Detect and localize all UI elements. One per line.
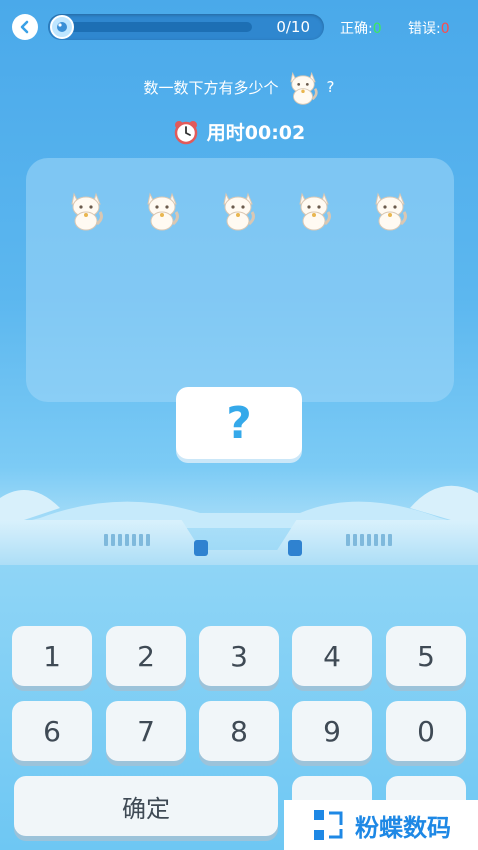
watermark: 粉蝶数码 (284, 800, 478, 850)
key-3[interactable]: 3 (199, 626, 279, 686)
back-arrow-icon (20, 20, 29, 34)
question-prompt: 数一数下方有多少个 ? (0, 68, 478, 106)
left-vent (104, 534, 150, 546)
background-hills (0, 485, 478, 528)
progress-track (62, 22, 252, 32)
confirm-button[interactable]: 确定 (14, 776, 278, 836)
question-suffix: ? (326, 78, 335, 96)
cat-icon (375, 192, 407, 231)
key-1[interactable]: 1 (12, 626, 92, 686)
deck-pin-right (288, 540, 302, 556)
right-vent (346, 534, 392, 546)
deck-pin-left (194, 540, 208, 556)
correct-count: 正确:0 (340, 18, 382, 38)
progress-knob-icon (50, 15, 74, 39)
wrong-count: 错误:0 (408, 18, 450, 38)
key-6[interactable]: 6 (12, 701, 92, 761)
key-4[interactable]: 4 (292, 626, 372, 686)
cat-icon (223, 192, 255, 231)
watermark-text: 粉蝶数码 (355, 813, 451, 842)
alarm-clock-icon (174, 120, 197, 144)
key-0[interactable]: 0 (386, 701, 466, 761)
answer-display: ? (176, 387, 302, 459)
question-text: 数一数下方有多少个 (143, 78, 279, 97)
key-7[interactable]: 7 (106, 701, 186, 761)
watermark-logo-icon (314, 810, 343, 840)
key-8[interactable]: 8 (199, 701, 279, 761)
timer-text: 用时00:02 (206, 122, 306, 144)
back-button[interactable] (12, 14, 38, 40)
progress-bar: 0/10 (48, 14, 324, 40)
correct-value: 0 (372, 21, 382, 37)
cat-icon (147, 192, 179, 231)
key-9[interactable]: 9 (292, 701, 372, 761)
progress-text: 0/10 (276, 18, 310, 36)
wrong-value: 0 (440, 21, 450, 37)
counting-panel (26, 158, 454, 402)
key-2[interactable]: 2 (106, 626, 186, 686)
cat-icon (299, 192, 331, 231)
cat-icon (71, 192, 103, 231)
wrong-label: 错误: (408, 21, 441, 37)
cat-icon (289, 71, 318, 105)
cat-row (66, 188, 410, 232)
key-5[interactable]: 5 (386, 626, 466, 686)
correct-label: 正确: (340, 21, 373, 37)
timer: 用时00:02 (0, 118, 478, 145)
